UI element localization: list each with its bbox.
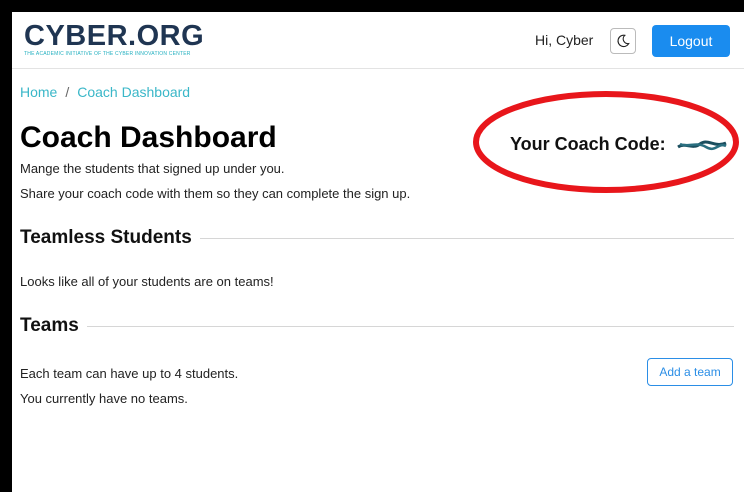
teamless-students-section: Teamless Students: [20, 226, 734, 250]
page-title: Coach Dashboard: [20, 121, 277, 154]
teamless-students-heading: Teamless Students: [20, 226, 200, 250]
coach-code-display: Your Coach Code: redacted: [510, 134, 728, 155]
logo-tagline: THE ACADEMIC INITIATIVE OF THE CYBER INN…: [24, 51, 191, 57]
cyber-org-logo[interactable]: CYBER.ORG THE ACADEMIC INITIATIVE OF THE…: [24, 21, 204, 57]
breadcrumb-current[interactable]: Coach Dashboard: [77, 84, 190, 100]
no-teams-note: You currently have no teams.: [20, 391, 188, 406]
theme-toggle-button[interactable]: [610, 28, 636, 54]
user-greeting: Hi, Cyber: [535, 32, 594, 48]
top-navbar: CYBER.ORG THE ACADEMIC INITIATIVE OF THE…: [12, 12, 744, 69]
breadcrumb-home-link[interactable]: Home: [20, 84, 57, 100]
page-description-line1: Mange the students that signed up under …: [20, 161, 285, 176]
logo-text: CYBER.ORG: [24, 20, 205, 52]
teams-section: Teams: [20, 314, 734, 338]
section-divider: [20, 326, 734, 327]
page-description-line2: Share your coach code with them so they …: [20, 186, 411, 201]
teams-heading: Teams: [20, 314, 87, 338]
breadcrumb-separator: /: [65, 84, 70, 100]
team-limit-note: Each team can have up to 4 students.: [20, 366, 239, 381]
logout-button[interactable]: Logout: [652, 25, 730, 57]
coach-code-redacted-scribble: redacted: [676, 138, 728, 152]
add-team-button[interactable]: Add a team: [647, 358, 733, 386]
moon-icon: [617, 34, 630, 48]
coach-code-label: Your Coach Code:: [510, 134, 666, 154]
teamless-students-message: Looks like all of your students are on t…: [20, 274, 274, 289]
breadcrumb: Home / Coach Dashboard: [20, 84, 190, 100]
